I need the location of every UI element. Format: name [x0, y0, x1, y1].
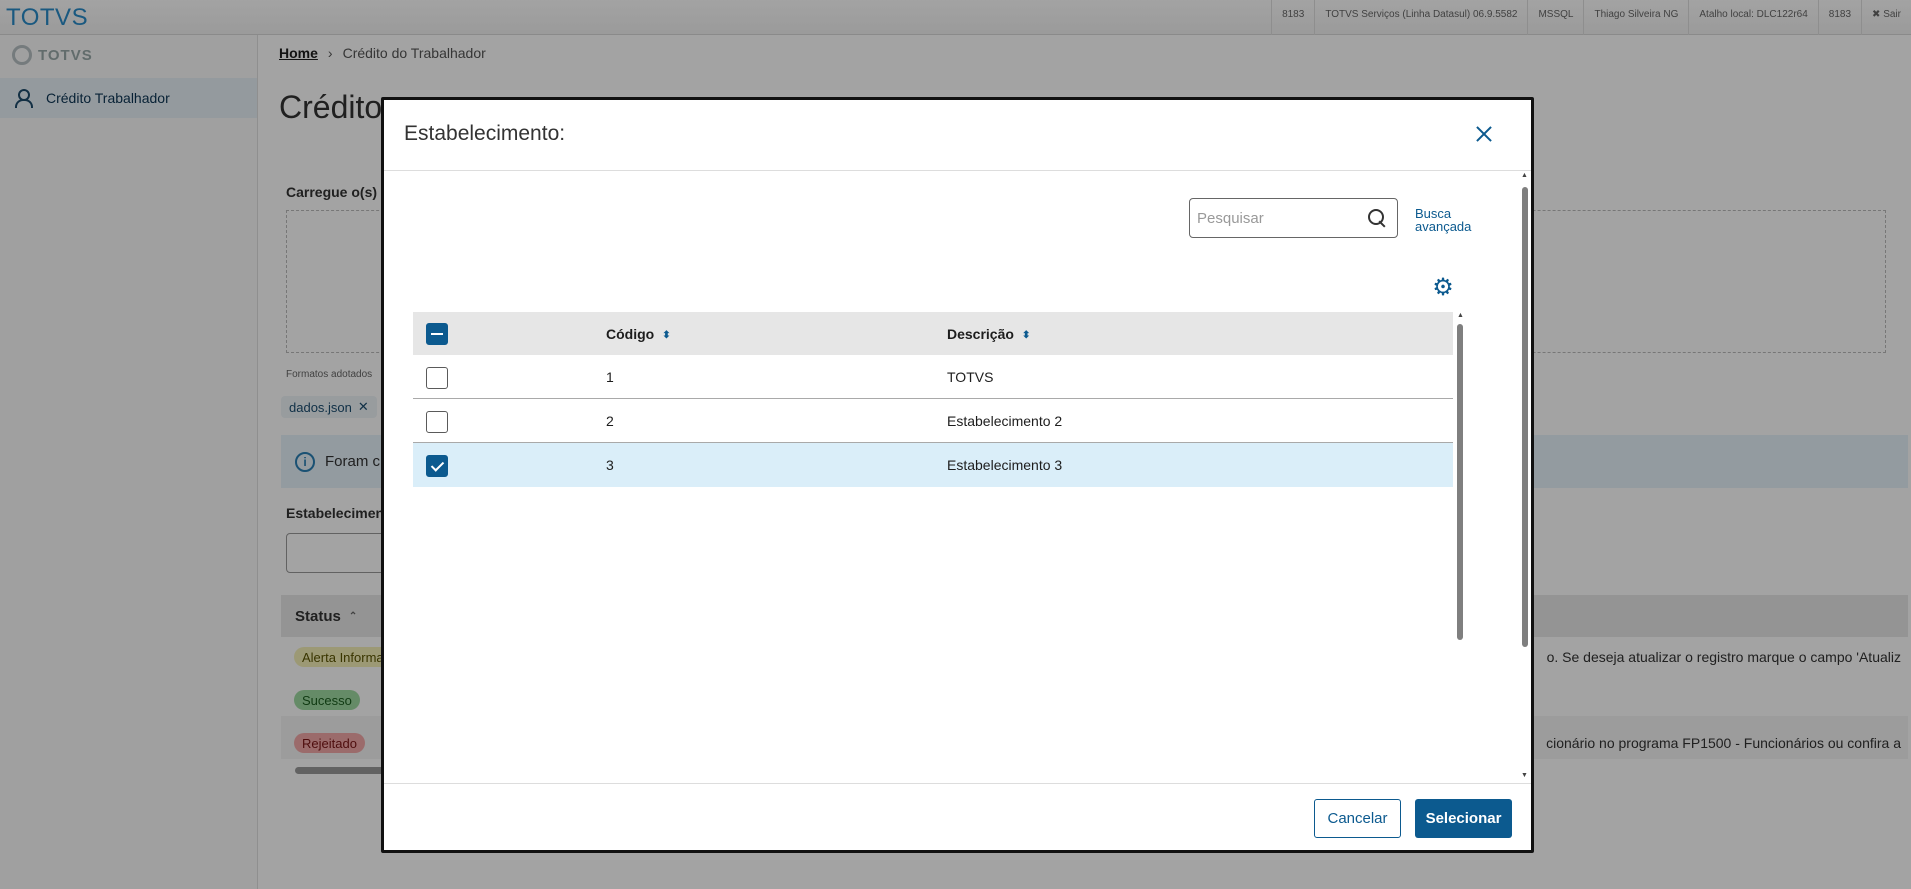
row-checkbox-checked[interactable]	[426, 455, 448, 477]
modal-title: Estabelecimento:	[404, 122, 566, 145]
cell-code: 2	[606, 413, 614, 429]
close-icon[interactable]	[1472, 122, 1496, 146]
table-row[interactable]: 1 TOTVS	[413, 355, 1453, 399]
cancel-button[interactable]: Cancelar	[1314, 799, 1401, 838]
cell-description: TOTVS	[947, 369, 994, 385]
row-checkbox[interactable]	[426, 367, 448, 389]
column-header-label: Descrição	[947, 326, 1014, 342]
advanced-search-link[interactable]: Busca avançada	[1415, 207, 1475, 233]
table-scrollbar[interactable]: ▲	[1455, 312, 1465, 773]
column-header-code[interactable]: Código ⬍	[606, 326, 671, 342]
column-header-label: Código	[606, 326, 655, 342]
search-box	[1189, 198, 1398, 238]
scroll-up-icon[interactable]: ▲	[1521, 172, 1528, 179]
scrollbar-thumb[interactable]	[1522, 187, 1528, 647]
scroll-down-icon[interactable]: ▼	[1521, 772, 1528, 779]
cell-code: 3	[606, 457, 614, 473]
cell-code: 1	[606, 369, 614, 385]
estabelecimento-modal: Estabelecimento: Busca avançada ⚙ Código…	[381, 97, 1534, 853]
search-icon[interactable]	[1367, 208, 1387, 228]
table-header: Código ⬍ Descrição ⬍	[413, 312, 1453, 355]
sort-icon[interactable]: ⬍	[1022, 330, 1030, 341]
modal-scrollbar[interactable]: ▲ ▼	[1520, 172, 1530, 782]
row-select-cell	[426, 411, 448, 433]
divider	[384, 170, 1531, 171]
cell-description: Estabelecimento 3	[947, 457, 1063, 473]
scrollbar-thumb[interactable]	[1457, 324, 1463, 640]
gear-icon[interactable]: ⚙	[1431, 276, 1455, 300]
table-row[interactable]: 2 Estabelecimento 2	[413, 399, 1453, 443]
select-all-cell	[426, 323, 448, 345]
sort-icon[interactable]: ⬍	[662, 330, 670, 341]
cell-description: Estabelecimento 2	[947, 413, 1063, 429]
row-select-cell	[426, 367, 448, 389]
lookup-table: Código ⬍ Descrição ⬍ 1 TOTVS 2 Estabelecim…	[413, 312, 1453, 487]
select-button[interactable]: Selecionar	[1415, 799, 1512, 838]
column-header-description[interactable]: Descrição ⬍	[947, 326, 1030, 342]
divider	[384, 783, 1531, 784]
row-checkbox[interactable]	[426, 411, 448, 433]
select-all-checkbox[interactable]	[426, 323, 448, 345]
row-select-cell	[426, 455, 448, 477]
search-input[interactable]	[1197, 207, 1357, 229]
scroll-up-icon[interactable]: ▲	[1457, 312, 1464, 319]
table-row-selected[interactable]: 3 Estabelecimento 3	[413, 443, 1453, 487]
